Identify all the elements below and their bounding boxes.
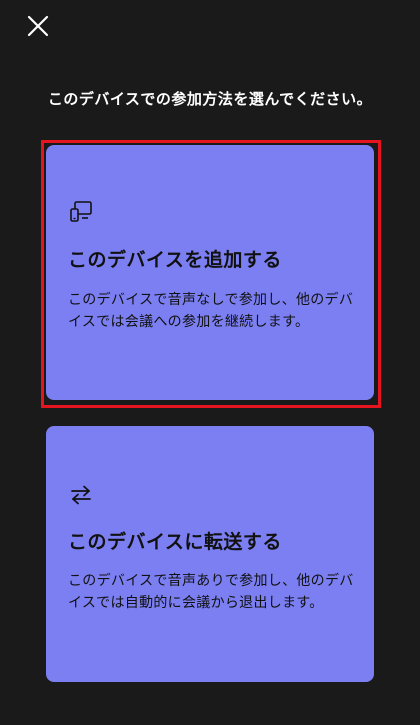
close-icon — [27, 15, 49, 37]
add-this-device-title: このデバイスを追加する — [68, 249, 282, 271]
add-this-device-option[interactable]: このデバイスを追加する このデバイスで音声なしで参加し、他のデバイスでは会議への… — [46, 145, 374, 400]
add-this-device-description: このデバイスで音声なしで参加し、他のデバイスでは会議への参加を継続します。 — [68, 292, 354, 330]
join-method-prompt: このデバイスでの参加方法を選んでください。 — [47, 90, 373, 108]
transfer-arrows-icon — [68, 482, 94, 508]
transfer-to-this-device-option[interactable]: このデバイスに転送する このデバイスで音声ありで参加し、他のデバイスでは自動的に… — [46, 426, 374, 682]
devices-icon — [68, 199, 94, 225]
transfer-to-this-device-description: このデバイスで音声ありで参加し、他のデバイスでは自動的に会議から退出します。 — [68, 573, 354, 611]
close-button[interactable] — [24, 12, 52, 40]
transfer-to-this-device-title: このデバイスに転送する — [68, 531, 282, 553]
